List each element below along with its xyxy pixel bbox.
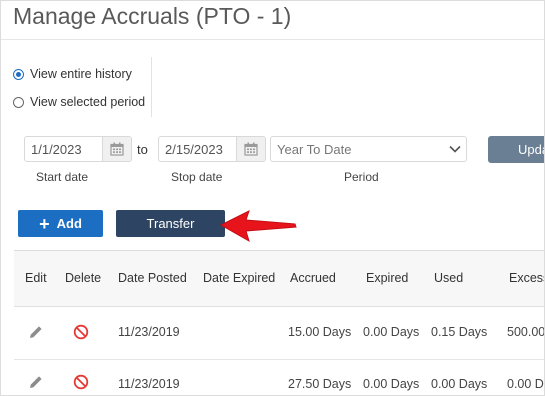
plus-icon: + <box>39 213 50 234</box>
transfer-button[interactable]: Transfer <box>116 210 225 237</box>
expired-cell: 0.00 Days <box>363 325 420 339</box>
view-selected-period-option[interactable]: View selected period <box>13 95 145 109</box>
chevron-down-icon[interactable] <box>444 145 466 153</box>
column-header-delete[interactable]: Delete <box>65 271 101 285</box>
expired-cell: 0.00 Days <box>363 377 420 391</box>
vertical-divider <box>151 57 152 117</box>
page-title: Manage Accruals (PTO - 1) <box>13 3 292 29</box>
start-date-label: Start date <box>36 170 89 184</box>
view-entire-history-label: View entire history <box>30 67 132 81</box>
view-entire-history-option[interactable]: View entire history <box>13 67 132 81</box>
calendar-icon[interactable] <box>236 137 265 161</box>
used-cell: 0.15 Days <box>431 325 488 339</box>
prohibited-icon[interactable] <box>71 372 91 392</box>
accrued-cell: 27.50 Days <box>288 377 352 391</box>
add-button[interactable]: + Add <box>18 210 103 237</box>
column-header-expired[interactable]: Expired <box>366 271 408 285</box>
add-button-label: Add <box>56 216 82 231</box>
column-header-edit[interactable]: Edit <box>25 271 47 285</box>
date-posted-cell: 11/23/2019 <box>118 377 180 391</box>
period-label: Period <box>344 170 379 184</box>
start-date-input[interactable]: 1/1/2023 <box>24 136 132 162</box>
column-header-accrued[interactable]: Accrued <box>290 271 336 285</box>
period-value: Year To Date <box>277 141 352 157</box>
column-header-date-posted[interactable]: Date Posted <box>118 271 187 285</box>
radio-selected-icon[interactable] <box>13 68 24 80</box>
manage-accruals-window: Manage Accruals (PTO - 1) View entire hi… <box>0 0 545 396</box>
view-selected-period-label: View selected period <box>30 95 146 109</box>
stop-date-input[interactable]: 2/15/2023 <box>158 136 266 162</box>
accruals-table: Edit Delete Date Posted Date Expired Acc… <box>14 250 545 395</box>
period-select[interactable]: Year To Date <box>270 136 467 162</box>
excess-cell: 0.00 Da <box>507 377 544 391</box>
to-label: to <box>137 142 148 157</box>
prohibited-icon[interactable] <box>71 322 91 342</box>
row-divider <box>14 359 544 360</box>
table-header: Edit Delete Date Posted Date Expired Acc… <box>14 251 544 307</box>
update-button[interactable]: Upda <box>488 136 544 163</box>
column-header-date-expired[interactable]: Date Expired <box>203 271 275 285</box>
pencil-icon[interactable] <box>26 322 46 342</box>
stop-date-label: Stop date <box>171 170 223 184</box>
calendar-icon[interactable] <box>102 137 131 161</box>
column-header-excess[interactable]: Excess <box>509 271 544 285</box>
used-cell: 0.00 Days <box>431 377 488 391</box>
start-date-value: 1/1/2023 <box>31 141 82 157</box>
accrued-cell: 15.00 Days <box>288 325 352 339</box>
column-header-used[interactable]: Used <box>434 271 463 285</box>
title-divider <box>1 39 544 40</box>
annotation-arrow-icon <box>219 210 297 243</box>
date-posted-cell: 11/23/2019 <box>118 325 180 339</box>
stop-date-value: 2/15/2023 <box>165 141 223 157</box>
excess-cell: 500.00 <box>507 325 545 339</box>
pencil-icon[interactable] <box>26 372 46 392</box>
radio-unselected-icon[interactable] <box>13 96 24 108</box>
